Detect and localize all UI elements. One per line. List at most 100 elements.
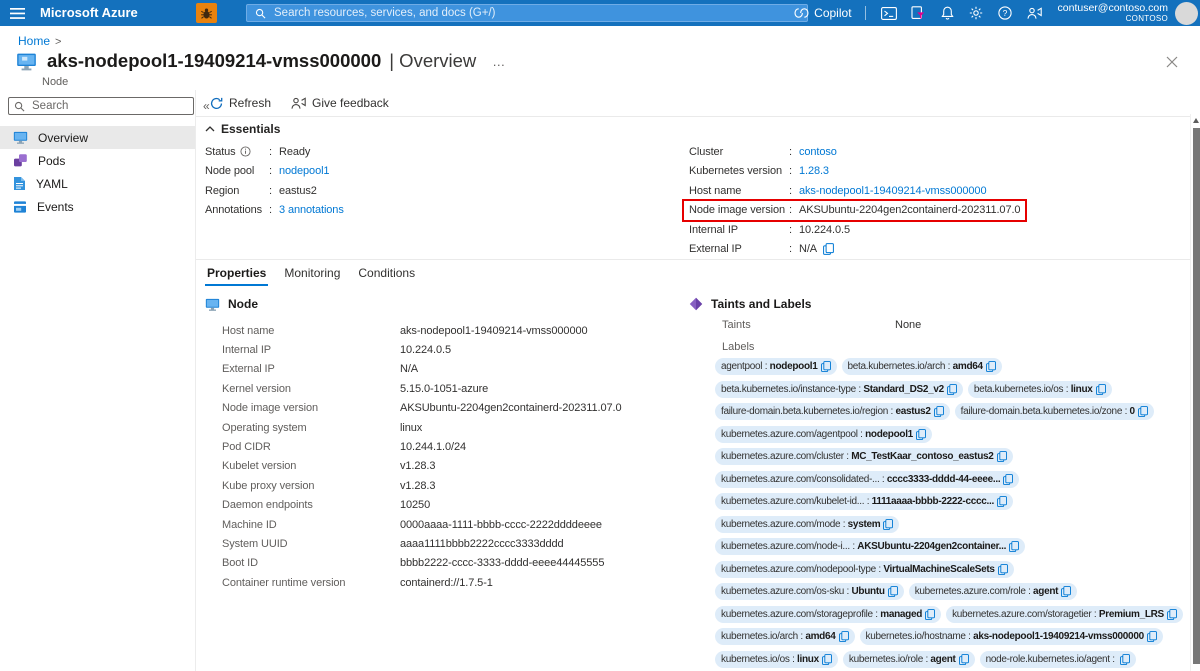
label-chip[interactable]: beta.kubernetes.io/archamd64 (842, 358, 1002, 375)
property-row: Boot ID bbbb2222-cccc-3333-dddd-eeee4444… (222, 554, 689, 573)
copy-icon[interactable] (839, 631, 849, 642)
label-chip[interactable]: kubernetes.azure.com/roleagent (909, 583, 1078, 600)
essentials-field: Annotations 3 annotations (205, 201, 344, 221)
property-value: N/A (400, 363, 418, 375)
copy-icon[interactable] (822, 654, 832, 665)
sidebar-search-input[interactable] (30, 99, 188, 113)
give-feedback-button[interactable]: Give feedback (291, 96, 389, 110)
sidebar-item-overview[interactable]: Overview (0, 126, 195, 149)
label-chip[interactable]: node-role.kubernetes.io/agent (980, 651, 1137, 668)
scrollbar-thumb[interactable] (1193, 128, 1200, 664)
tab-bar: Properties Monitoring Conditions (196, 263, 1200, 288)
essentials-value[interactable]: contoso (799, 146, 837, 158)
label-chip[interactable]: kubernetes.azure.com/kubelet-id...1111aa… (715, 493, 1013, 510)
scroll-up-arrow-icon[interactable] (1193, 118, 1199, 123)
settings-button[interactable] (962, 0, 991, 26)
label-chip[interactable]: failure-domain.beta.kubernetes.io/region… (715, 403, 950, 420)
subscription-filter-button[interactable] (904, 0, 933, 26)
breadcrumb-home-link[interactable]: Home (18, 34, 50, 48)
copilot-icon (794, 7, 809, 19)
copy-icon[interactable] (1147, 631, 1157, 642)
property-row: Host name aks-nodepool1-19409214-vmss000… (222, 321, 689, 340)
label-chip[interactable]: kubernetes.azure.com/modesystem (715, 516, 899, 533)
bug-extension-button[interactable] (196, 3, 217, 23)
property-value: 5.15.0-1051-azure (400, 383, 488, 395)
label-chip[interactable]: agentpoolnodepool1 (715, 358, 837, 375)
label-chip[interactable]: kubernetes.azure.com/storageprofilemanag… (715, 606, 941, 623)
global-search-input[interactable] (272, 6, 799, 20)
sidebar-item-yaml[interactable]: YAML (0, 172, 195, 195)
copy-icon[interactable] (1061, 586, 1071, 597)
label-chip[interactable]: kubernetes.azure.com/os-skuUbuntu (715, 583, 904, 600)
label-chip[interactable]: kubernetes.azure.com/storagetierPremium_… (946, 606, 1183, 623)
essentials-value: eastus2 (279, 185, 317, 197)
azure-brand[interactable]: Microsoft Azure (40, 0, 138, 26)
copy-icon[interactable] (823, 243, 834, 255)
copy-icon[interactable] (925, 609, 935, 620)
label-chip[interactable]: kubernetes.io/archamd64 (715, 628, 855, 645)
essentials-value[interactable]: nodepool1 (279, 165, 330, 177)
label-chip[interactable]: kubernetes.azure.com/agentpoolnodepool1 (715, 426, 932, 443)
label-chip[interactable]: kubernetes.io/oslinux (715, 651, 838, 668)
copilot-button[interactable]: Copilot (790, 0, 855, 26)
refresh-button[interactable]: Refresh (210, 96, 271, 110)
essentials-toggle[interactable]: Essentials (205, 121, 1200, 137)
copy-icon[interactable] (916, 429, 926, 440)
essentials-field: Node pool nodepool1 (205, 162, 329, 182)
node-icon (13, 130, 28, 145)
essentials-value[interactable]: 1.28.3 (799, 165, 829, 177)
label-chip[interactable]: kubernetes.io/roleagent (843, 651, 975, 668)
search-icon (255, 8, 266, 19)
copy-icon[interactable] (821, 361, 831, 372)
chevron-up-icon (205, 126, 215, 132)
copy-icon[interactable] (883, 519, 893, 530)
property-value: bbbb2222-cccc-3333-dddd-eeee44445555 (400, 557, 604, 569)
copy-icon[interactable] (888, 586, 898, 597)
copy-icon[interactable] (959, 654, 969, 665)
tab[interactable]: Properties (205, 263, 268, 286)
tab[interactable]: Monitoring (282, 263, 342, 286)
copy-icon[interactable] (1096, 384, 1106, 395)
copy-icon[interactable] (1003, 474, 1013, 485)
essentials-value[interactable]: aks-nodepool1-19409214-vmss000000 (799, 185, 987, 197)
property-value: aks-nodepool1-19409214-vmss000000 (400, 325, 588, 337)
avatar[interactable] (1175, 2, 1198, 25)
label-chip[interactable]: kubernetes.io/hostnameaks-nodepool1-1940… (860, 628, 1163, 645)
cloud-shell-button[interactable] (875, 0, 904, 26)
label-chip[interactable]: kubernetes.azure.com/clusterMC_TestKaar_… (715, 448, 1013, 465)
sidebar-item-events[interactable]: Events (0, 195, 195, 218)
label-chip[interactable]: beta.kubernetes.io/instance-typeStandard… (715, 381, 963, 398)
copy-icon[interactable] (997, 496, 1007, 507)
copy-icon[interactable] (1120, 654, 1130, 665)
tab[interactable]: Conditions (356, 263, 417, 286)
portal-menu-button[interactable] (0, 0, 34, 26)
copy-icon[interactable] (947, 384, 957, 395)
sidebar-item-pods[interactable]: Pods (0, 149, 195, 172)
copy-icon[interactable] (934, 406, 944, 417)
taints-labels-section: Taints and Labels Taints None Labels age… (689, 295, 1200, 671)
close-blade-button[interactable] (1166, 56, 1178, 68)
copy-icon[interactable] (1167, 609, 1177, 620)
label-chip[interactable]: failure-domain.beta.kubernetes.io/zone0 (955, 403, 1154, 420)
property-row: Kernel version 5.15.0-1051-azure (222, 379, 689, 398)
copy-icon[interactable] (997, 451, 1007, 462)
copy-icon[interactable] (1138, 406, 1148, 417)
essentials-value[interactable]: 3 annotations (279, 204, 344, 216)
label-chip[interactable]: kubernetes.azure.com/node-i...AKSUbuntu-… (715, 538, 1025, 555)
close-icon (1166, 56, 1178, 68)
divider (196, 116, 1190, 117)
help-button[interactable]: ? (991, 0, 1020, 26)
essentials: Status Ready Node pool nodepool1 Region … (196, 142, 1200, 259)
feedback-button[interactable] (1020, 0, 1049, 26)
label-chip[interactable]: kubernetes.azure.com/nodepool-typeVirtua… (715, 561, 1014, 578)
more-menu-button[interactable]: … (492, 54, 506, 69)
label-chip[interactable]: beta.kubernetes.io/oslinux (968, 381, 1112, 398)
label-chip[interactable]: kubernetes.azure.com/consolidated-...ccc… (715, 471, 1019, 488)
copy-icon[interactable] (998, 564, 1008, 575)
account-info[interactable]: contuser@contoso.com CONTOSO (1058, 2, 1168, 23)
vertical-scrollbar[interactable] (1190, 114, 1200, 671)
essentials-value: 10.224.0.5 (799, 224, 850, 236)
copy-icon[interactable] (1009, 541, 1019, 552)
copy-icon[interactable] (986, 361, 996, 372)
notifications-button[interactable] (933, 0, 962, 26)
